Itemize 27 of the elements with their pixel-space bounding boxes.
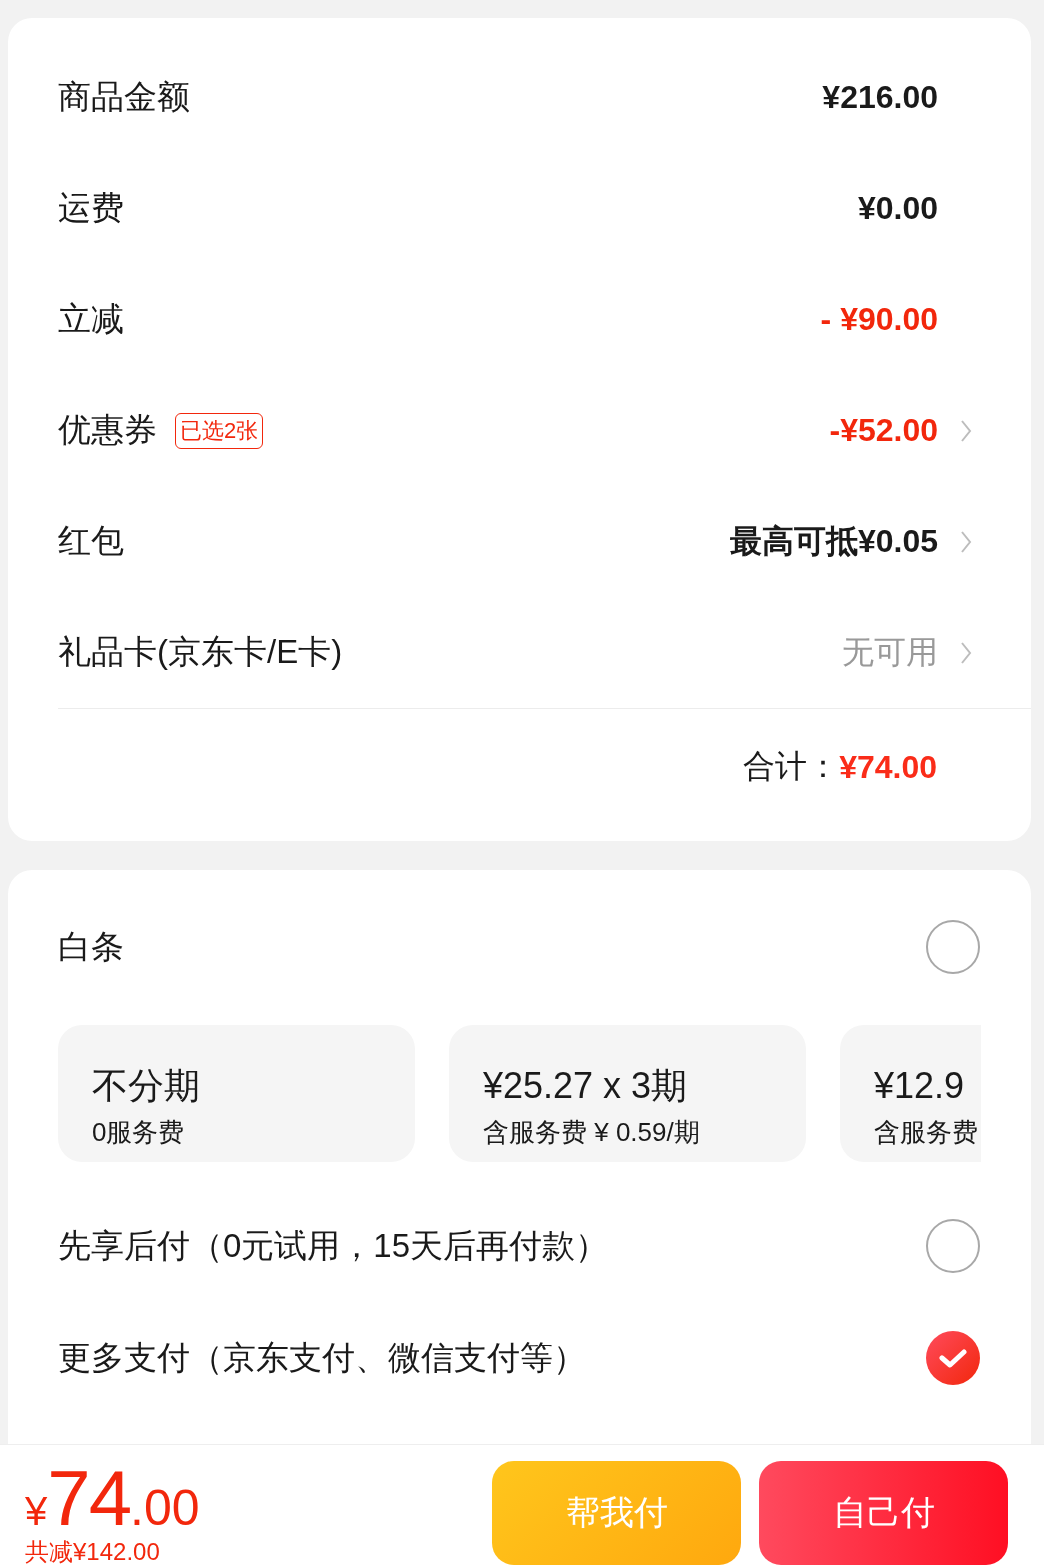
installment-option[interactable]: ¥25.27 x 3期 含服务费 ¥ 0.59/期: [449, 1025, 806, 1162]
summary-label: 礼品卡(京东卡/E卡): [58, 632, 343, 672]
check-icon: [939, 1348, 967, 1368]
summary-label: 红包: [58, 521, 124, 561]
radio-button[interactable]: [926, 1219, 980, 1273]
pay-amount: ¥74.00: [25, 1457, 200, 1539]
self-pay-button[interactable]: 自己付: [759, 1461, 1008, 1565]
summary-value[interactable]: 最高可抵¥0.05: [729, 519, 938, 564]
summary-label: 商品金额: [58, 77, 190, 117]
installment-option[interactable]: 不分期 0服务费: [58, 1025, 415, 1162]
summary-value: ¥0.00: [857, 190, 938, 227]
payment-method-label: 先享后付（0元试用，15天后再付款）: [58, 1225, 609, 1266]
summary-value[interactable]: -¥52.00: [829, 412, 938, 449]
total-label: 合计：: [743, 747, 840, 786]
coupon-tag: 已选2张: [175, 412, 264, 449]
summary-value: - ¥90.00: [820, 301, 938, 338]
radio-button[interactable]: [926, 920, 980, 974]
summary-value: ¥216.00: [822, 79, 938, 116]
summary-label: 立减: [58, 299, 124, 339]
summary-label: 运费: [58, 188, 124, 228]
saving-text: 共减¥142.00: [25, 1539, 161, 1565]
summary-label: 优惠券: [58, 410, 157, 450]
radio-button[interactable]: [926, 1331, 980, 1385]
payment-method-label: 更多支付（京东支付、微信支付等）: [58, 1337, 586, 1378]
payment-method-label: 白条: [58, 926, 124, 967]
installment-option[interactable]: ¥12.9 含服务费: [840, 1025, 981, 1162]
total-value: ¥74.00: [839, 748, 937, 786]
